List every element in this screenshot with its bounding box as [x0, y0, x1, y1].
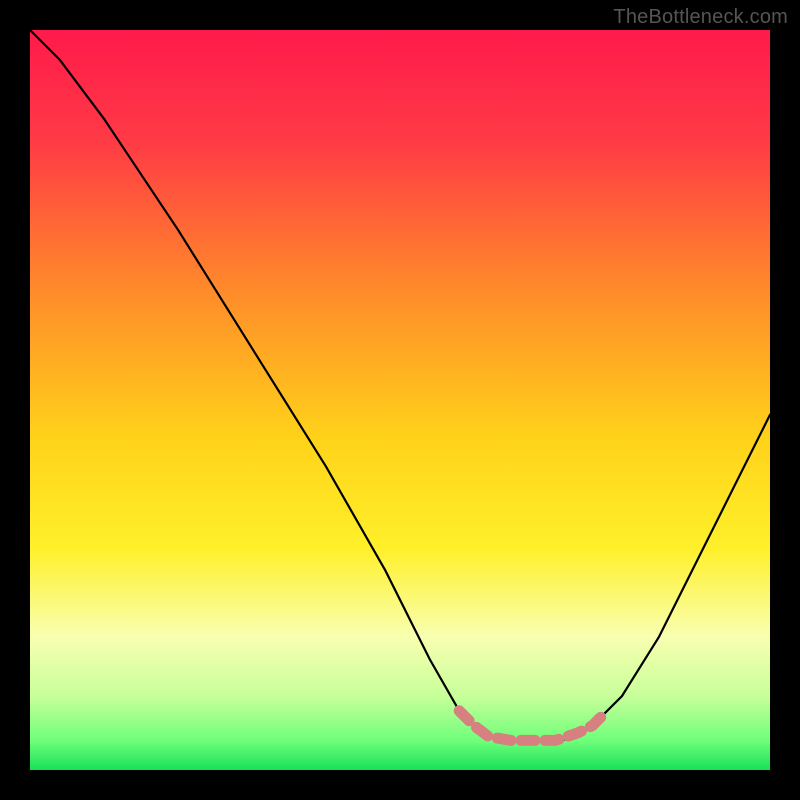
- plot-area: [30, 30, 770, 770]
- gradient-background: [30, 30, 770, 770]
- watermark-text: TheBottleneck.com: [613, 6, 788, 29]
- chart-frame: TheBottleneck.com: [0, 0, 800, 800]
- chart-svg: [30, 30, 770, 770]
